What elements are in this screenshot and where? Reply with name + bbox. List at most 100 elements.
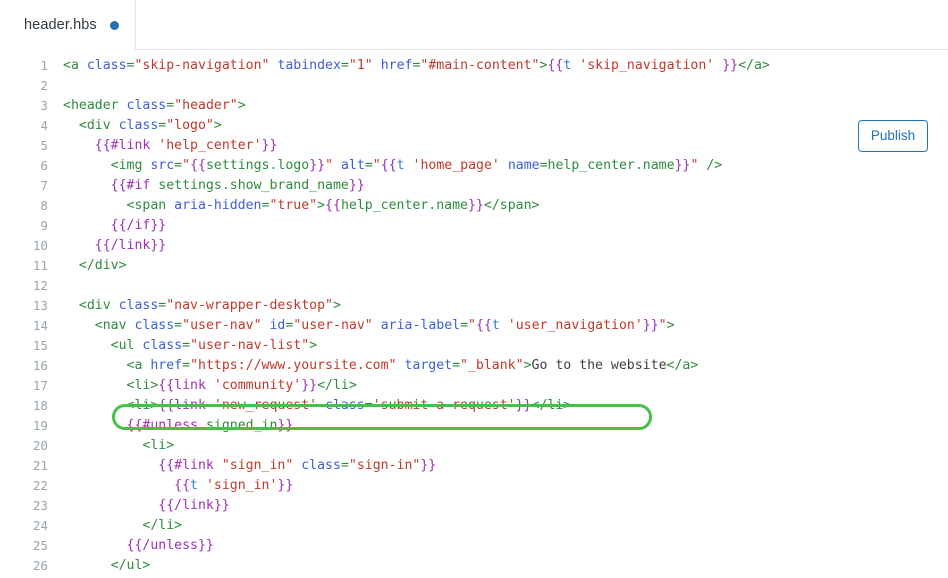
line-code[interactable]: <a href="https://www.yoursite.com" targe… <box>63 356 699 376</box>
code-line[interactable]: 9 {{/if}} <box>0 216 948 236</box>
code-line[interactable]: 19 {{#unless signed_in}} <box>0 416 948 436</box>
code-line[interactable]: 23 {{/link}} <box>0 496 948 516</box>
code-token: = <box>166 98 175 113</box>
publish-button[interactable]: Publish <box>858 120 928 152</box>
code-token: "header" <box>174 98 238 113</box>
code-line[interactable]: 10 {{/link}} <box>0 236 948 256</box>
code-token: > <box>317 198 326 213</box>
line-code[interactable]: <li> <box>63 436 174 456</box>
line-code[interactable]: </li> <box>63 516 182 536</box>
code-line[interactable]: 12 <box>0 276 948 296</box>
line-number: 25 <box>32 538 48 553</box>
code-token: {{#link <box>94 138 151 153</box>
line-code[interactable]: <li>{{link 'new_request' class='submit-a… <box>63 396 572 416</box>
code-line[interactable]: 2 <box>0 76 948 96</box>
line-code[interactable]: <li>{{link 'community'}}</li> <box>63 376 357 396</box>
code-token: class <box>325 398 365 413</box>
line-number: 13 <box>32 298 48 313</box>
line-code[interactable]: <div class="nav-wrapper-desktop"> <box>63 296 341 316</box>
code-token: 'user_navigation' <box>507 318 643 333</box>
code-line[interactable]: 16 <a href="https://www.yoursite.com" ta… <box>0 356 948 376</box>
code-line[interactable]: 8 <span aria-hidden="true">{{help_center… <box>0 196 948 216</box>
line-code[interactable]: <span aria-hidden="true">{{help_center.n… <box>63 196 540 216</box>
code-token: 'new_request' <box>213 398 318 413</box>
code-line[interactable]: 7 {{#if settings.show_brand_name}} <box>0 176 948 196</box>
code-line[interactable]: 6 <img src="{{settings.logo}}" alt="{{t … <box>0 156 948 176</box>
line-code[interactable]: <img src="{{settings.logo}}" alt="{{t 'h… <box>63 156 723 176</box>
line-number: 19 <box>32 418 48 433</box>
code-line[interactable]: 20 <li> <box>0 436 948 456</box>
code-line[interactable]: 25 {{/unless}} <box>0 536 948 556</box>
code-editor[interactable]: Publish 1 <a class="skip-navigation" tabi… <box>0 50 948 578</box>
line-code[interactable]: {{#link 'help_center'}} <box>63 136 278 156</box>
line-code[interactable]: <ul class="user-nav-list"> <box>63 336 317 356</box>
code-token: <li> <box>63 398 159 413</box>
line-code[interactable]: {{/link}} <box>63 496 229 516</box>
code-token: id <box>269 318 286 333</box>
line-code[interactable]: {{/if}} <box>63 216 167 236</box>
code-line[interactable]: 21 {{#link "sign_in" class="sign-in"}} <box>0 456 948 476</box>
code-line[interactable]: 13 <div class="nav-wrapper-desktop"> <box>0 296 948 316</box>
code-token: "sign_in" <box>221 458 294 473</box>
line-number: 18 <box>32 398 48 413</box>
code-token: {{ <box>190 158 206 173</box>
line-code[interactable]: {{/unless}} <box>63 536 214 556</box>
line-code[interactable]: {{#link "sign_in" class="sign-in"}} <box>63 456 436 476</box>
code-token: <nav <box>63 318 135 333</box>
tab-header-hbs[interactable]: header.hbs <box>0 0 135 50</box>
code-token: > <box>523 358 532 373</box>
code-token: }} <box>277 478 294 493</box>
code-token: /> <box>698 158 723 173</box>
code-token: " <box>658 318 667 333</box>
line-code[interactable]: <nav class="user-nav" id="user-nav" aria… <box>63 316 675 336</box>
code-token: aria-label <box>380 318 461 333</box>
code-line[interactable]: 15 <ul class="user-nav-list"> <box>0 336 948 356</box>
code-token: }} <box>309 158 326 173</box>
code-line[interactable]: 24 </li> <box>0 516 948 536</box>
line-code[interactable]: <div class="logo"> <box>63 116 222 136</box>
code-token: }} <box>467 198 484 213</box>
code-line[interactable]: 3 <header class="header"> <box>0 96 948 116</box>
code-token: </a> <box>666 358 699 373</box>
code-token: settings.show_brand_name <box>158 178 349 193</box>
code-line[interactable]: 22 {{t 'sign_in'}} <box>0 476 948 496</box>
code-token: help_center.name <box>340 198 468 213</box>
line-code[interactable]: </ul> <box>63 556 151 576</box>
line-code[interactable]: {{#if settings.show_brand_name}} <box>63 176 365 196</box>
line-code[interactable]: {{/link}} <box>63 236 166 256</box>
code-token: </li> <box>317 378 357 393</box>
code-line[interactable]: 1 <a class="skip-navigation" tabindex="1"… <box>0 56 948 76</box>
code-token: {{/link}} <box>94 238 167 253</box>
line-number: 1 <box>40 58 48 73</box>
code-content[interactable]: 1 <a class="skip-navigation" tabindex="1"… <box>0 56 948 576</box>
code-token: <header <box>63 98 127 113</box>
code-line[interactable]: 18 <li>{{link 'new_request' class='submi… <box>0 396 948 416</box>
line-code[interactable]: {{#unless signed_in}} <box>63 416 294 436</box>
code-token: > <box>332 298 341 313</box>
code-token: = <box>182 358 191 373</box>
code-token: "skip-navigation" <box>134 58 270 73</box>
code-line[interactable]: 4 <div class="logo"> <box>0 116 948 136</box>
code-token: " <box>325 158 334 173</box>
code-line[interactable]: 5 {{#link 'help_center'}} <box>0 136 948 156</box>
code-line[interactable]: 26 </ul> <box>0 556 948 576</box>
code-line[interactable]: 11 </div> <box>0 256 948 276</box>
line-code[interactable]: <a class="skip-navigation" tabindex="1" … <box>63 56 770 76</box>
line-code[interactable]: {{t 'sign_in'}} <box>63 476 293 496</box>
code-line[interactable]: 17 <li>{{link 'community'}}</li> <box>0 376 948 396</box>
line-code[interactable]: </div> <box>63 256 127 276</box>
line-code[interactable]: <header class="header"> <box>63 96 246 116</box>
code-token: {{ <box>174 478 191 493</box>
code-line[interactable]: 14 <nav class="user-nav" id="user-nav" a… <box>0 316 948 336</box>
